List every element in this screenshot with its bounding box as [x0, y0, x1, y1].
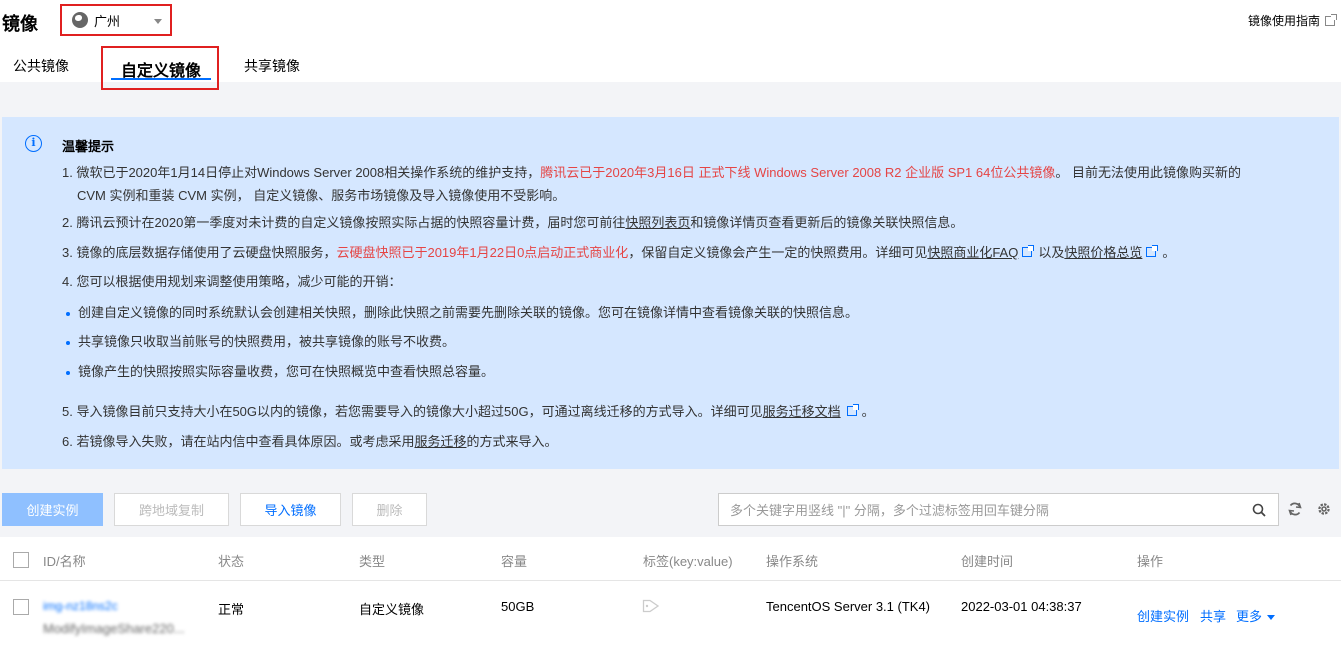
region-name: 广州 — [94, 13, 121, 29]
external-link-icon — [1325, 13, 1337, 26]
notice-bullet-1: 创建自定义镜像的同时系统默认会创建相关快照，删除此快照之前需要先删除关联的镜像。… — [65, 303, 858, 323]
import-image-button[interactable]: 导入镜像 — [240, 493, 341, 526]
image-capacity: 50GB — [501, 599, 535, 614]
snapshot-price-link[interactable]: 快照价格总览 — [1064, 245, 1142, 260]
notice-text: 。 — [861, 404, 875, 419]
notice-text: ，保留自定义镜像会产生一定的快照费用。详细可见 — [628, 245, 928, 260]
image-id-link[interactable]: img-nz18ns2c — [43, 599, 118, 613]
search-placeholder: 多个关键字用竖线 "|" 分隔，多个过滤标签用回车键分隔 — [730, 503, 1049, 518]
image-guide-link[interactable]: 镜像使用指南 — [1247, 12, 1337, 29]
notice-line-1-cont: CVM 实例和重装 CVM 实例， 自定义镜像、服务市场镜像及导入镜像使用不受影… — [77, 188, 566, 203]
active-tab-indicator — [111, 78, 211, 80]
top-bar: 镜像 广州 镜像使用指南 公共镜像 自定义镜像 共享镜像 — [0, 0, 1341, 90]
notice-text: 2. 腾讯云预计在2020第一季度对未计费的自定义镜像按照实际占据的快照容量计费… — [62, 215, 626, 230]
column-type: 类型 — [359, 554, 386, 569]
notice-text: 和镜像详情页查看更新后的镜像关联快照信息。 — [690, 215, 964, 230]
column-tags: 标签(key:value) — [643, 554, 733, 569]
tab-custom-images[interactable]: 自定义镜像 — [101, 46, 219, 90]
notice-line-5: 5. 导入镜像目前只支持大小在50G以内的镜像，若您需要导入的镜像大小超过50G… — [62, 402, 875, 422]
notice-line-3: 3. 镜像的底层数据存储使用了云硬盘快照服务，云硬盘快照已于2019年1月22日… — [62, 243, 1175, 263]
delete-button[interactable]: 删除 — [352, 493, 427, 526]
image-type: 自定义镜像 — [359, 602, 425, 617]
create-instance-button[interactable]: 创建实例 — [2, 493, 103, 526]
globe-icon — [72, 12, 88, 28]
row-create-instance-link[interactable]: 创建实例 — [1137, 606, 1189, 625]
search-input[interactable]: 多个关键字用竖线 "|" 分隔，多个过滤标签用回车键分隔 — [718, 493, 1279, 526]
page-title: 镜像 — [2, 14, 38, 34]
row-more-menu[interactable]: 更多 — [1236, 606, 1276, 625]
tag-icon[interactable] — [642, 599, 660, 613]
guide-label: 镜像使用指南 — [1247, 14, 1320, 28]
notice-text: 3. 镜像的底层数据存储使用了云硬盘快照服务， — [62, 245, 337, 260]
gear-icon[interactable] — [1316, 501, 1332, 517]
column-id-name: ID/名称 — [43, 554, 86, 569]
cross-region-copy-button[interactable]: 跨地域复制 — [114, 493, 229, 526]
row-checkbox[interactable] — [13, 599, 29, 615]
image-name: ModifyImageShare220... — [43, 621, 185, 636]
chevron-down-icon — [1267, 615, 1276, 621]
column-capacity: 容量 — [501, 554, 528, 569]
notice-line-4: 4. 您可以根据使用规划来调整使用策略，减少可能的开销： — [62, 274, 402, 289]
image-table: ID/名称 状态 类型 容量 标签(key:value) 操作系统 创建时间 操… — [0, 537, 1341, 653]
notice-bullet-2: 共享镜像只收取当前账号的快照费用，被共享镜像的账号不收费。 — [65, 332, 455, 352]
tab-shared-images[interactable]: 共享镜像 — [244, 56, 300, 76]
notice-line-2: 2. 腾讯云预计在2020第一季度对未计费的自定义镜像按照实际占据的快照容量计费… — [62, 213, 963, 233]
column-created: 创建时间 — [961, 554, 1014, 569]
notice-text: 的方式来导入。 — [466, 434, 558, 449]
service-migration-link[interactable]: 服务迁移 — [414, 434, 466, 449]
chevron-down-icon — [154, 19, 162, 24]
notice-bullet-3: 镜像产生的快照按照实际容量收费，您可在快照概览中查看快照总容量。 — [65, 362, 494, 382]
column-os: 操作系统 — [766, 554, 819, 569]
notice-warning-text: 云硬盘快照已于2019年1月22日0点启动正式商业化 — [336, 245, 629, 260]
info-icon: i — [25, 135, 42, 152]
notice-warning-text: 腾讯云已于2020年3月16日 正式下线 Windows Server 2008… — [540, 165, 1056, 180]
external-link-icon — [846, 404, 859, 416]
refresh-icon[interactable] — [1287, 501, 1303, 517]
select-all-checkbox[interactable] — [13, 552, 29, 568]
notice-line-1: 1. 微软已于2020年1月14日停止对Windows Server 2008相… — [62, 163, 1241, 183]
notice-line-6: 6. 若镜像导入失败，请在站内信中查看具体原因。或考虑采用服务迁移的方式来导入。 — [62, 432, 558, 452]
search-icon[interactable] — [1252, 503, 1266, 517]
image-status: 正常 — [218, 602, 245, 617]
snapshot-faq-link[interactable]: 快照商业化FAQ — [927, 245, 1018, 260]
notice-text: 。 目前无法使用此镜像购买新的 — [1055, 165, 1241, 180]
row-share-link[interactable]: 共享 — [1200, 606, 1226, 625]
external-link-icon — [1146, 245, 1159, 257]
tab-public-images[interactable]: 公共镜像 — [13, 56, 69, 76]
notice-text: 。 — [1162, 245, 1176, 260]
notice-text: 以及 — [1038, 245, 1065, 260]
notice-title: 温馨提示 — [62, 139, 115, 154]
external-link-icon — [1022, 245, 1035, 257]
column-status: 状态 — [218, 554, 245, 569]
notice-text: 6. 若镜像导入失败，请在站内信中查看具体原因。或考虑采用 — [62, 434, 415, 449]
column-actions: 操作 — [1137, 554, 1164, 569]
region-selector[interactable]: 广州 — [60, 4, 172, 36]
snapshot-list-link[interactable]: 快照列表页 — [625, 215, 690, 230]
migration-doc-link[interactable]: 服务迁移文档 — [763, 404, 841, 419]
image-os: TencentOS Server 3.1 (TK4) — [766, 599, 931, 614]
image-created-time: 2022-03-01 04:38:37 — [961, 599, 1082, 614]
notice-text: 1. 微软已于2020年1月14日停止对Windows Server 2008相… — [62, 165, 541, 180]
notice-text: 5. 导入镜像目前只支持大小在50G以内的镜像，若您需要导入的镜像大小超过50G… — [62, 404, 763, 419]
notice-panel: i 温馨提示 1. 微软已于2020年1月14日停止对Windows Serve… — [2, 117, 1339, 469]
more-label: 更多 — [1236, 609, 1263, 624]
table-header: ID/名称 状态 类型 容量 标签(key:value) 操作系统 创建时间 操… — [0, 537, 1341, 581]
